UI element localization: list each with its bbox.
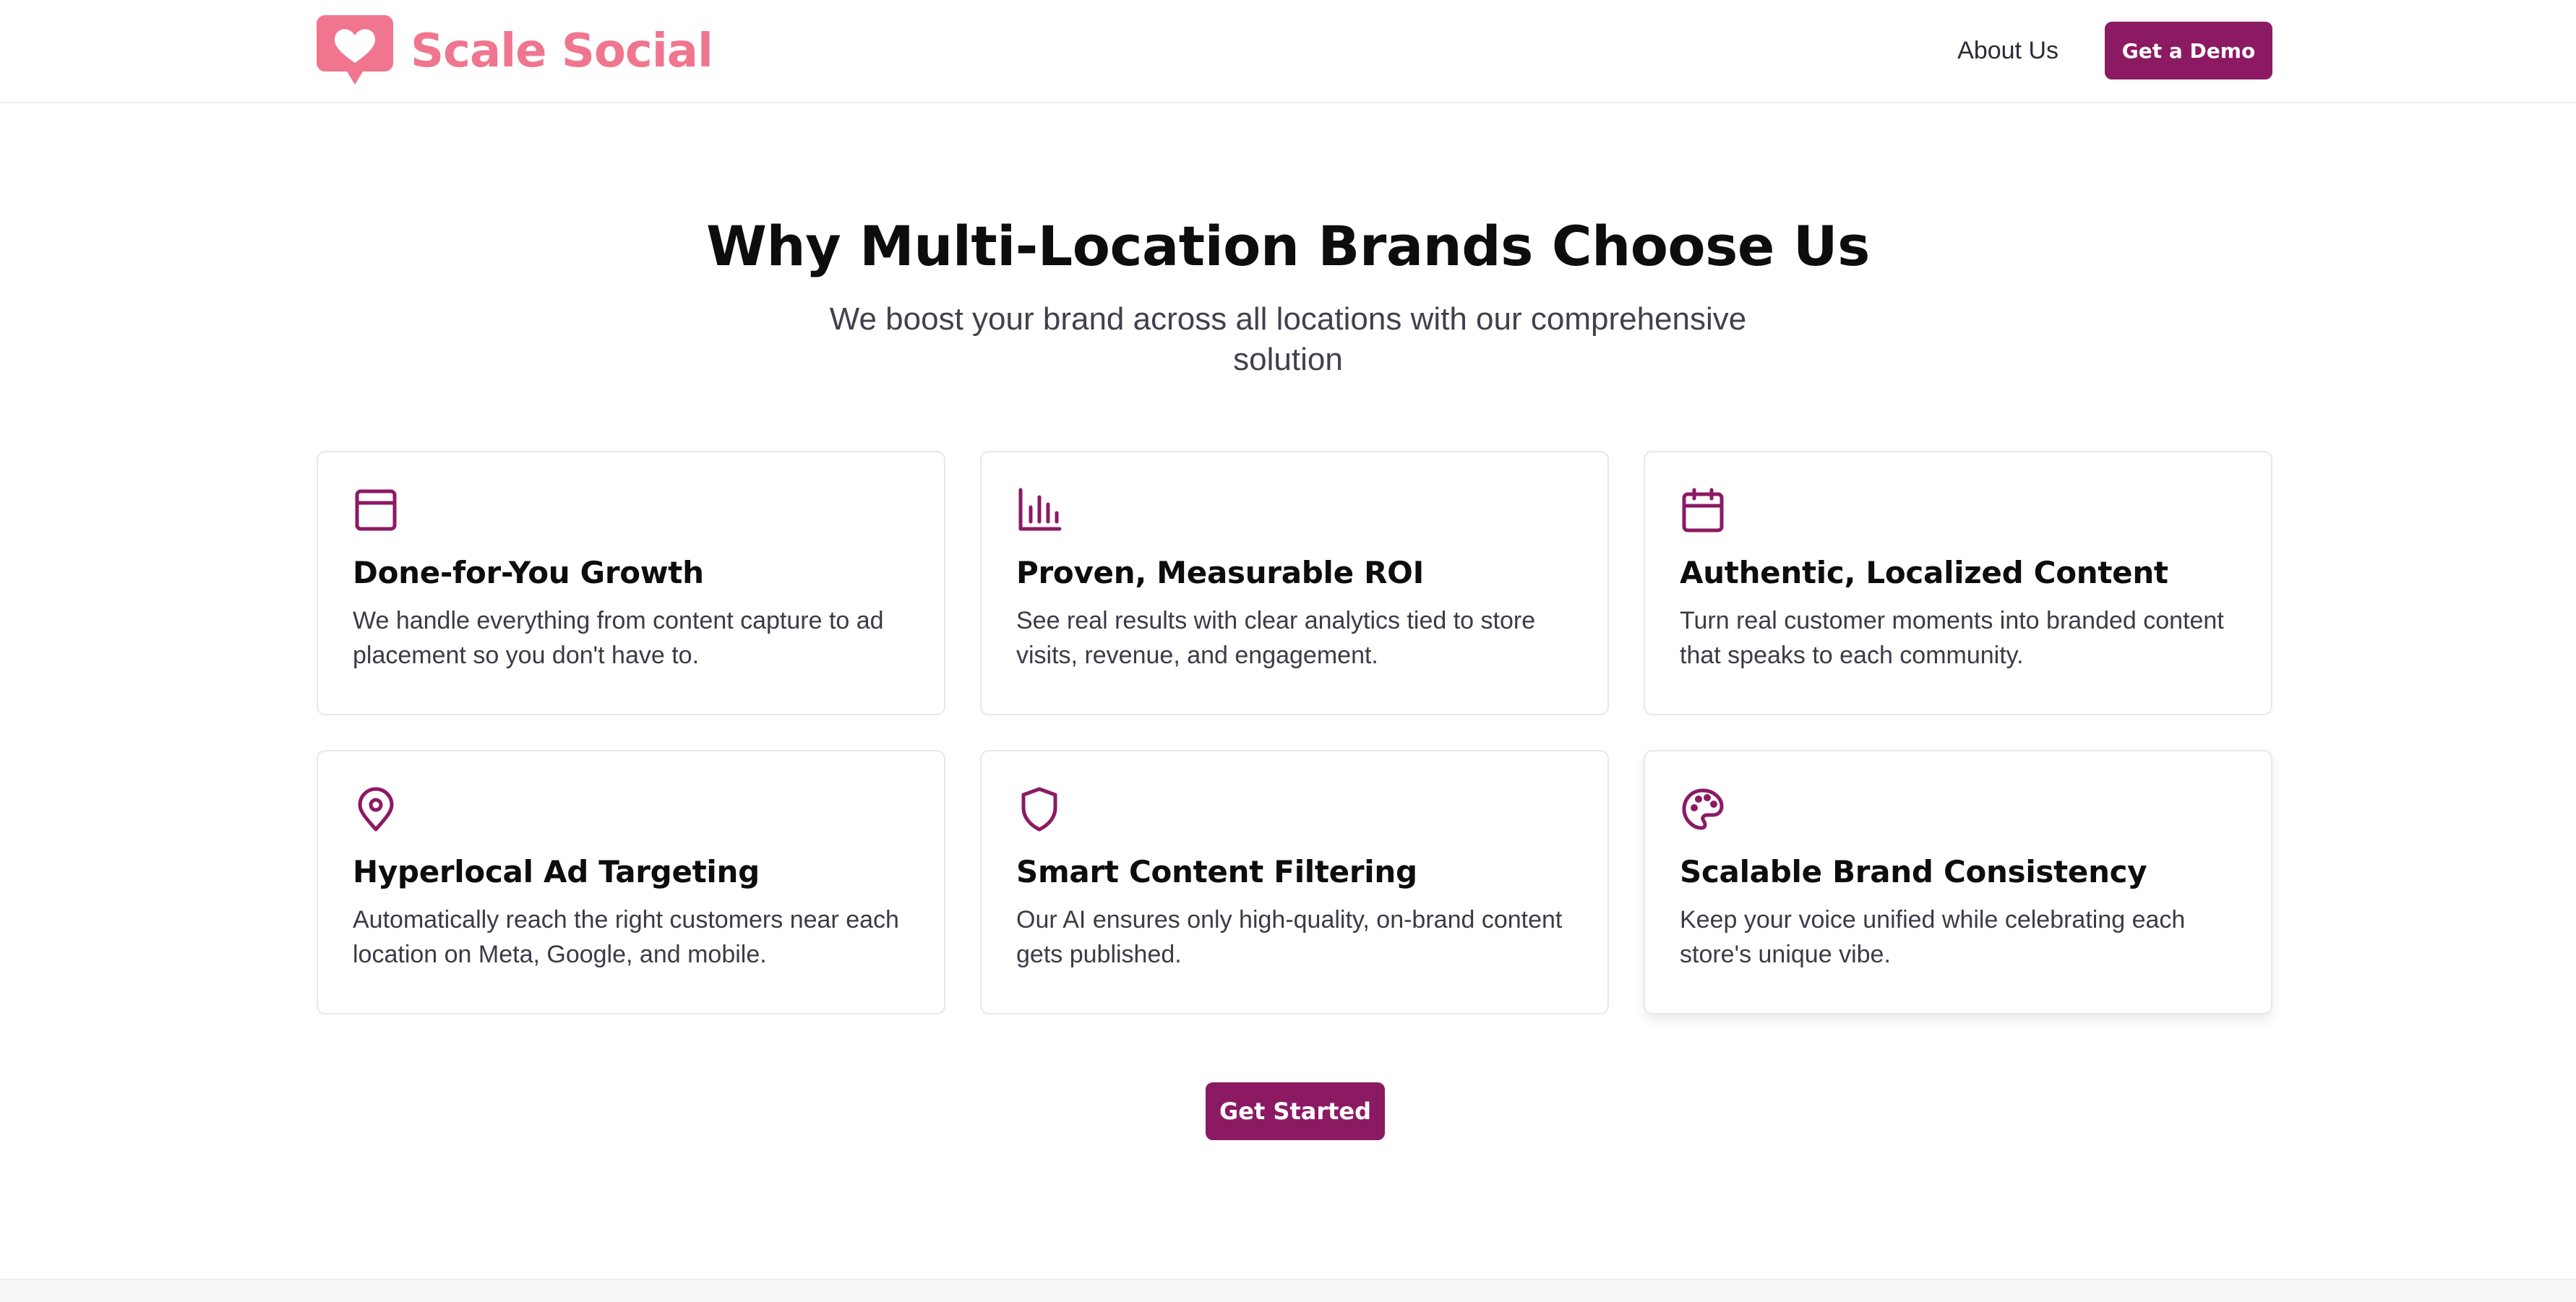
feature-card: Smart Content Filtering Our AI ensures o… bbox=[980, 750, 1609, 1014]
brand-name: Scale Social bbox=[411, 25, 713, 78]
feature-title: Proven, Measurable ROI bbox=[1016, 555, 1424, 590]
bar-chart-icon bbox=[1018, 488, 1062, 531]
features-grid: Done-for-You Growth We handle everything… bbox=[317, 451, 2272, 1014]
feature-description: See real results with clear analytics ti… bbox=[1016, 607, 1536, 669]
get-started-button[interactable]: Get Started bbox=[1206, 1082, 1385, 1140]
window-icon bbox=[355, 489, 397, 531]
heart-chat-bubble-icon bbox=[317, 15, 393, 85]
feature-description: Automatically reach the right customers … bbox=[353, 906, 899, 968]
shield-icon bbox=[1021, 787, 1057, 832]
feature-card: Proven, Measurable ROI See real results … bbox=[980, 451, 1609, 715]
feature-description: Our AI ensures only high-quality, on-bra… bbox=[1016, 906, 1563, 968]
get-a-demo-button[interactable]: Get a Demo bbox=[2105, 22, 2272, 79]
top-nav: About Us Get a Demo bbox=[1957, 22, 2272, 79]
feature-title: Done-for-You Growth bbox=[353, 555, 704, 590]
feature-title: Hyperlocal Ad Targeting bbox=[353, 854, 760, 889]
feature-card: Scalable Brand Consistency Keep your voi… bbox=[1644, 750, 2272, 1014]
feature-description: We handle everything from content captur… bbox=[353, 607, 884, 669]
palette-icon bbox=[1682, 788, 1724, 830]
logo-link[interactable]: Scale Social bbox=[317, 14, 713, 88]
section-title: Why Multi-Location Brands Choose Us bbox=[706, 214, 1870, 278]
site-header: Scale Social About Us Get a Demo bbox=[0, 0, 2576, 103]
footer-strip bbox=[0, 1279, 2576, 1302]
feature-description: Keep your voice unified while celebratin… bbox=[1680, 906, 2186, 968]
calendar-icon bbox=[1682, 488, 1724, 533]
feature-title: Authentic, Localized Content bbox=[1680, 555, 2168, 590]
feature-card: Hyperlocal Ad Targeting Automatically re… bbox=[317, 750, 945, 1014]
feature-card: Done-for-You Growth We handle everything… bbox=[317, 451, 945, 715]
feature-card: Authentic, Localized Content Turn real c… bbox=[1644, 451, 2272, 715]
map-pin-icon bbox=[358, 787, 394, 832]
feature-description: Turn real customer moments into branded … bbox=[1680, 607, 2224, 669]
section-subtitle: We boost your brand across all locations… bbox=[829, 301, 1747, 377]
feature-title: Scalable Brand Consistency bbox=[1680, 854, 2147, 889]
nav-about-us-link[interactable]: About Us bbox=[1957, 37, 2058, 65]
feature-title: Smart Content Filtering bbox=[1016, 854, 1417, 889]
